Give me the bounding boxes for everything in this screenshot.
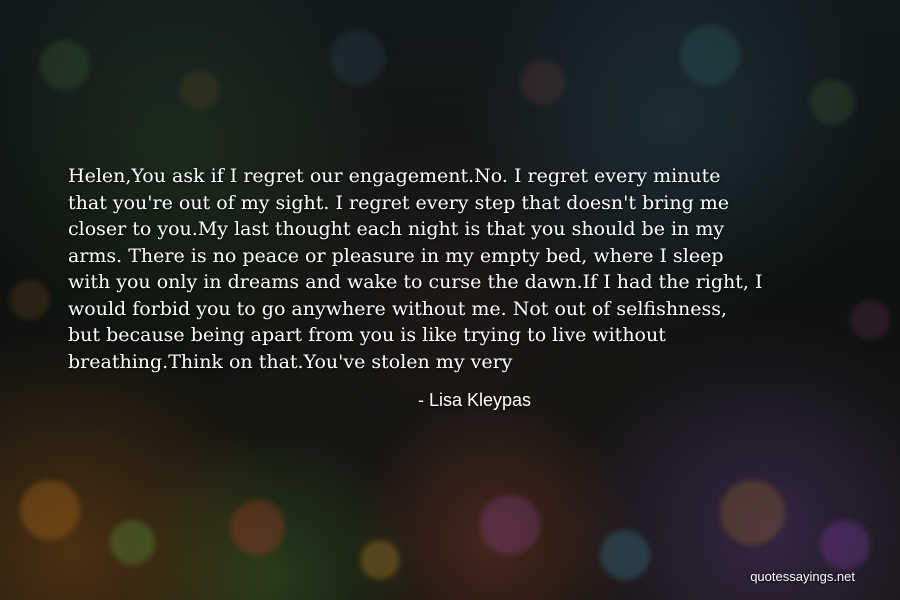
quote-author: - Lisa Kleypas	[418, 390, 532, 410]
bokeh-light	[520, 60, 565, 105]
bokeh-light	[820, 520, 870, 570]
bokeh-light	[110, 520, 155, 565]
bokeh-light	[810, 80, 855, 125]
bokeh-light	[360, 540, 400, 580]
bokeh-light	[40, 40, 90, 90]
bokeh-light	[480, 495, 540, 555]
bokeh-light	[720, 480, 785, 545]
bokeh-light	[20, 480, 80, 540]
bokeh-light	[600, 530, 650, 580]
quote-text: Helen,You ask if I regret our engagement…	[68, 165, 763, 373]
bokeh-light	[10, 280, 50, 320]
bokeh-light	[230, 500, 285, 555]
site-watermark: quotessayings.net	[750, 569, 855, 584]
quote-image: Helen,You ask if I regret our engagement…	[0, 0, 900, 600]
bokeh-light	[330, 30, 385, 85]
bokeh-light	[180, 70, 220, 110]
bokeh-light	[680, 25, 740, 85]
